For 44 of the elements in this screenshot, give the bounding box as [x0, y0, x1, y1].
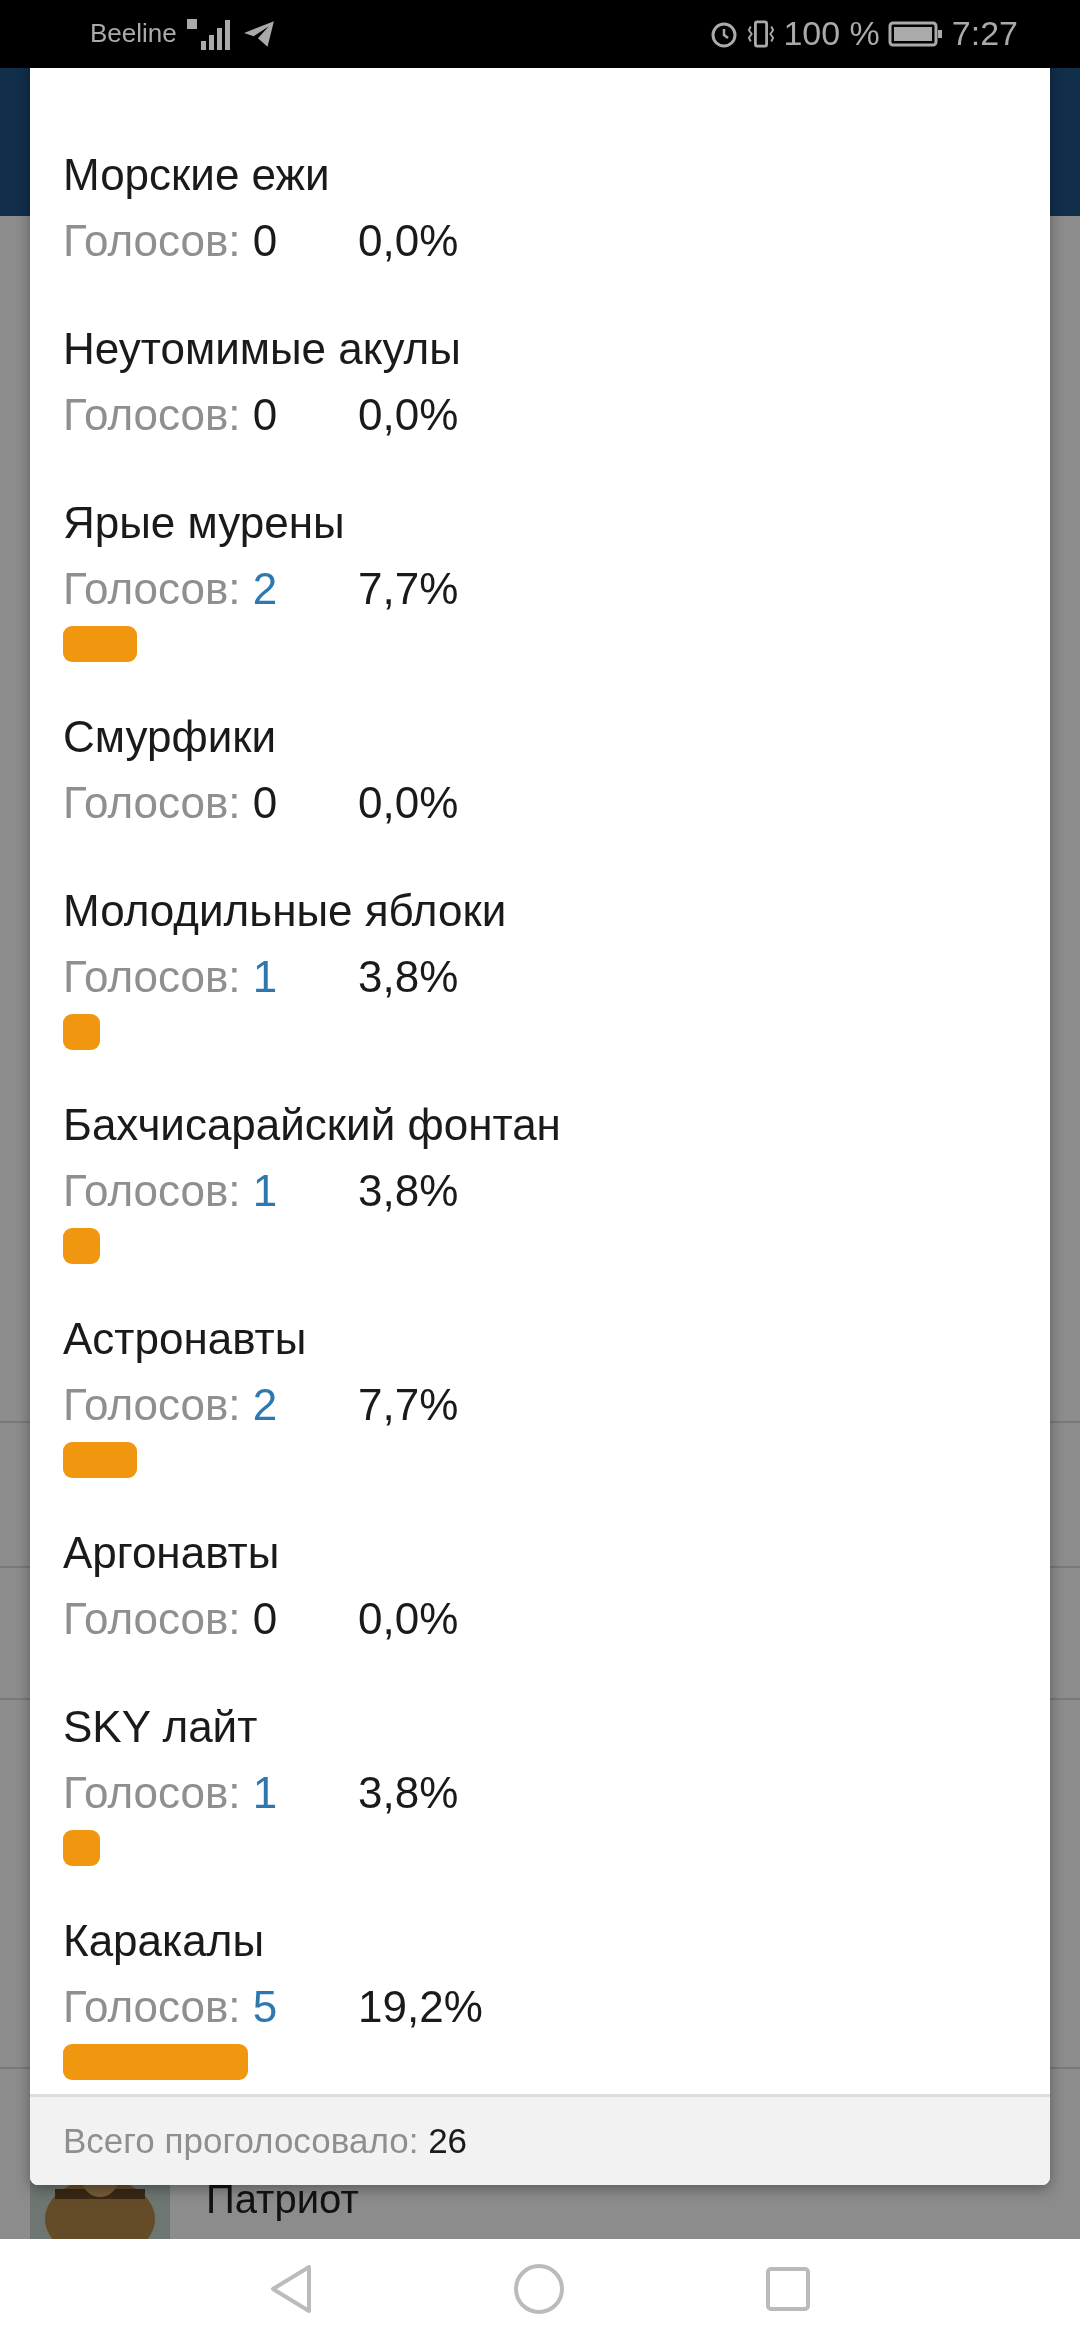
- vote-percent: 3,8%: [358, 951, 459, 1003]
- result-bar: [63, 1830, 100, 1866]
- vote-count: Голосов: 1: [63, 1165, 279, 1217]
- vote-count: Голосов: 5: [63, 1981, 279, 2033]
- option-name: Молодильные яблоки: [63, 885, 508, 937]
- vote-percent: 3,8%: [358, 1767, 459, 1819]
- vote-count: Голосов: 1: [63, 951, 279, 1003]
- vote-percent: 7,7%: [358, 1379, 459, 1431]
- clock: 7:27: [951, 14, 1018, 54]
- vote-percent: 0,0%: [358, 1593, 459, 1645]
- vote-percent: 7,7%: [358, 563, 459, 615]
- carrier-name: Beeline: [90, 18, 177, 50]
- vote-count: Голосов: 2: [63, 1379, 279, 1431]
- option-name: Неутомимые акулы: [63, 323, 462, 375]
- option-name: Морские ежи: [63, 149, 331, 201]
- vote-count: Голосов: 0: [63, 1593, 279, 1645]
- battery-icon: [887, 19, 944, 48]
- option-name: Каракалы: [63, 1915, 266, 1967]
- recents-icon[interactable]: [765, 2266, 811, 2313]
- total-votes: Всего проголосовало: 26: [63, 2121, 468, 2161]
- vote-count: Голосов: 0: [63, 215, 279, 267]
- option-name: Астронавты: [63, 1313, 308, 1365]
- option-name: Бахчисарайский фонтан: [63, 1099, 562, 1151]
- result-bar: [63, 1014, 100, 1050]
- battery-percent: 100 %: [783, 14, 880, 54]
- vote-percent: 3,8%: [358, 1165, 459, 1217]
- option-name: Аргонавты: [63, 1527, 281, 1579]
- option-name: Ярые мурены: [63, 497, 346, 549]
- vote-count: Голосов: 0: [63, 389, 279, 441]
- vote-percent: 0,0%: [358, 389, 459, 441]
- paper-plane-icon: [242, 19, 275, 48]
- list-item-title: Патриот: [206, 2175, 359, 2222]
- vote-percent: 19,2%: [358, 1981, 483, 2033]
- home-icon[interactable]: [513, 2263, 565, 2316]
- vote-count: Голосов: 0: [63, 777, 279, 829]
- back-icon[interactable]: [269, 2263, 313, 2316]
- vote-count: Голосов: 2: [63, 563, 279, 615]
- vote-count: Голосов: 1: [63, 1767, 279, 1819]
- option-name: Смурфики: [63, 711, 278, 763]
- result-bar: [63, 1228, 100, 1264]
- vote-percent: 0,0%: [358, 215, 459, 267]
- vote-percent: 0,0%: [358, 777, 459, 829]
- vibrate-icon: [747, 18, 776, 49]
- option-name: SKY лайт: [63, 1701, 259, 1753]
